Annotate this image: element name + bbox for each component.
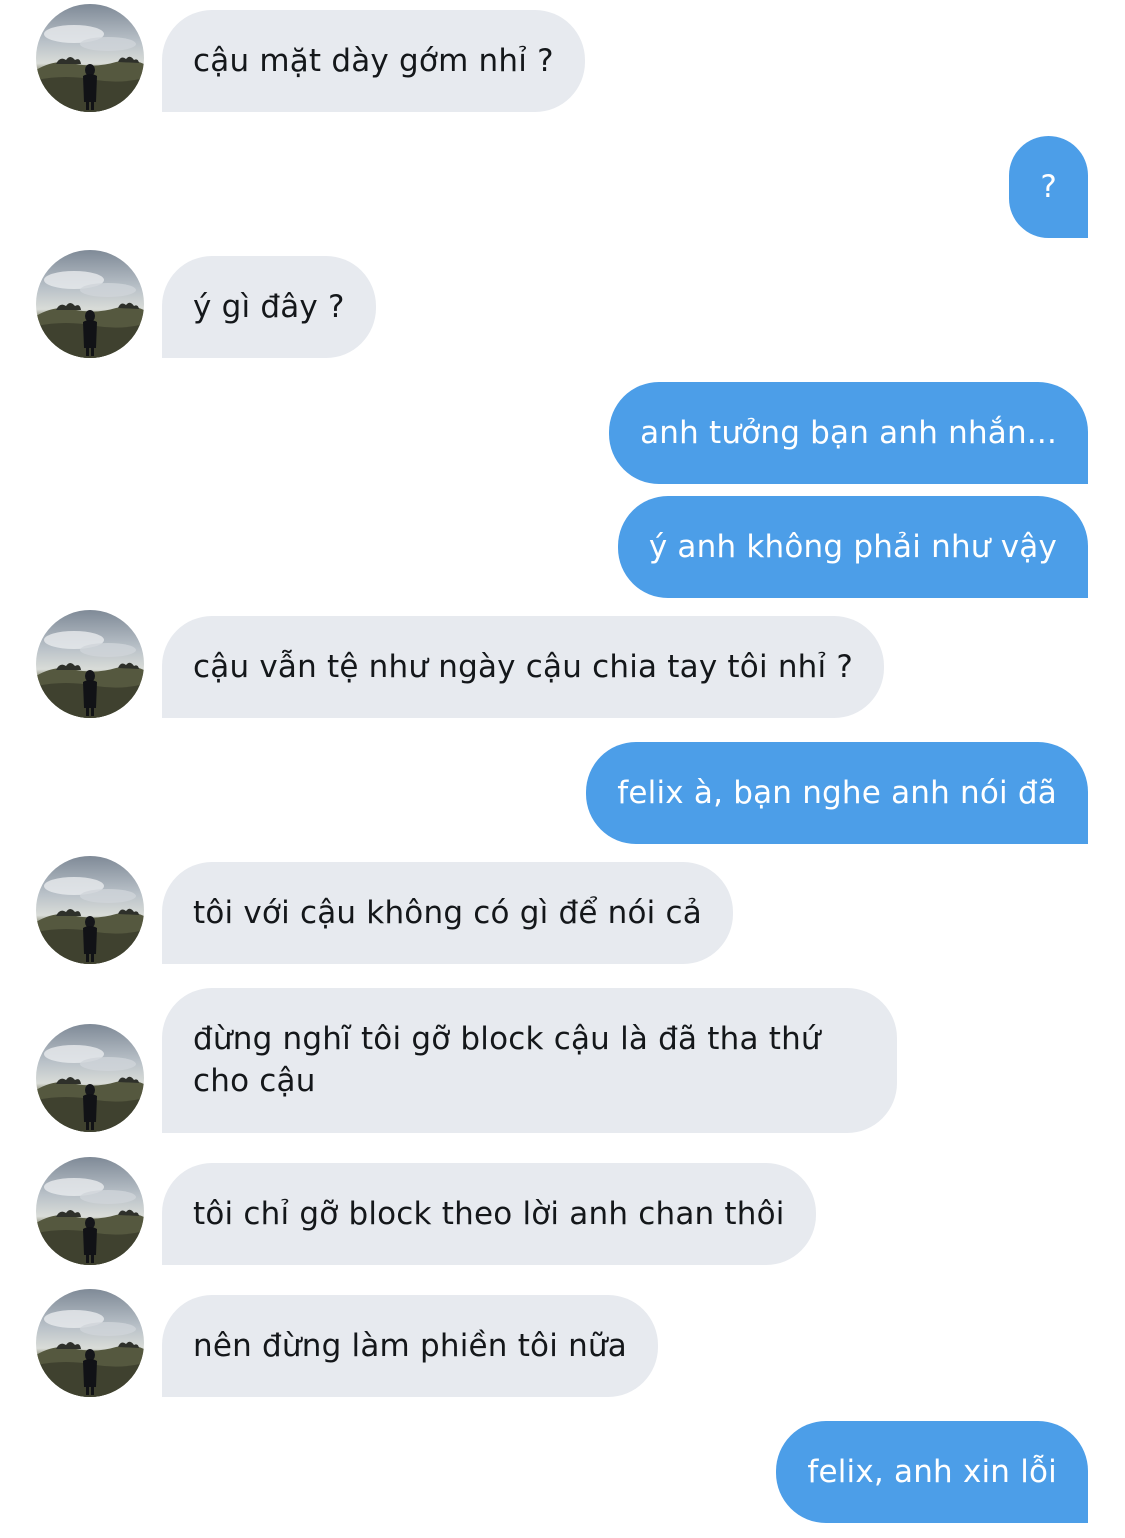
message-bubble-outgoing[interactable]: ?	[1009, 136, 1088, 238]
message-bubble-incoming[interactable]: tôi với cậu không có gì để nói cả	[162, 862, 733, 964]
message-bubble-incoming[interactable]: cậu vẫn tệ như ngày cậu chia tay tôi nhỉ…	[162, 616, 885, 718]
avatar[interactable]	[36, 1289, 144, 1397]
message-bubble-outgoing[interactable]: anh tưởng bạn anh nhắn...	[609, 382, 1088, 484]
message-bubble-incoming[interactable]: đừng nghĩ tôi gỡ block cậu là đã tha thứ…	[162, 988, 897, 1133]
message-bubble-incoming[interactable]: ý gì đây ?	[162, 256, 376, 358]
profile-photo-icon	[36, 610, 144, 718]
message-bubble-incoming[interactable]: cậu mặt dày gớm nhỉ ?	[162, 10, 585, 112]
avatar[interactable]	[36, 1024, 144, 1132]
avatar[interactable]	[36, 856, 144, 964]
profile-photo-icon	[36, 1024, 144, 1132]
avatar[interactable]	[36, 250, 144, 358]
message-bubble-outgoing[interactable]: felix à, bạn nghe anh nói đã	[586, 742, 1088, 844]
avatar[interactable]	[36, 4, 144, 112]
profile-photo-icon	[36, 250, 144, 358]
profile-photo-icon	[36, 1157, 144, 1265]
message-thread[interactable]: cậu mặt dày gớm nhỉ ? ? ý gì đây ? anh t…	[0, 0, 1125, 1538]
avatar[interactable]	[36, 1157, 144, 1265]
profile-photo-icon	[36, 856, 144, 964]
message-bubble-incoming[interactable]: tôi chỉ gỡ block theo lời anh chan thôi	[162, 1163, 816, 1265]
message-bubble-outgoing[interactable]: ý anh không phải như vậy	[617, 496, 1088, 598]
message-bubble-outgoing[interactable]: felix, anh xin lỗi	[776, 1421, 1088, 1523]
message-bubble-incoming[interactable]: nên đừng làm phiền tôi nữa	[162, 1295, 658, 1397]
profile-photo-icon	[36, 1289, 144, 1397]
avatar[interactable]	[36, 610, 144, 718]
profile-photo-icon	[36, 4, 144, 112]
